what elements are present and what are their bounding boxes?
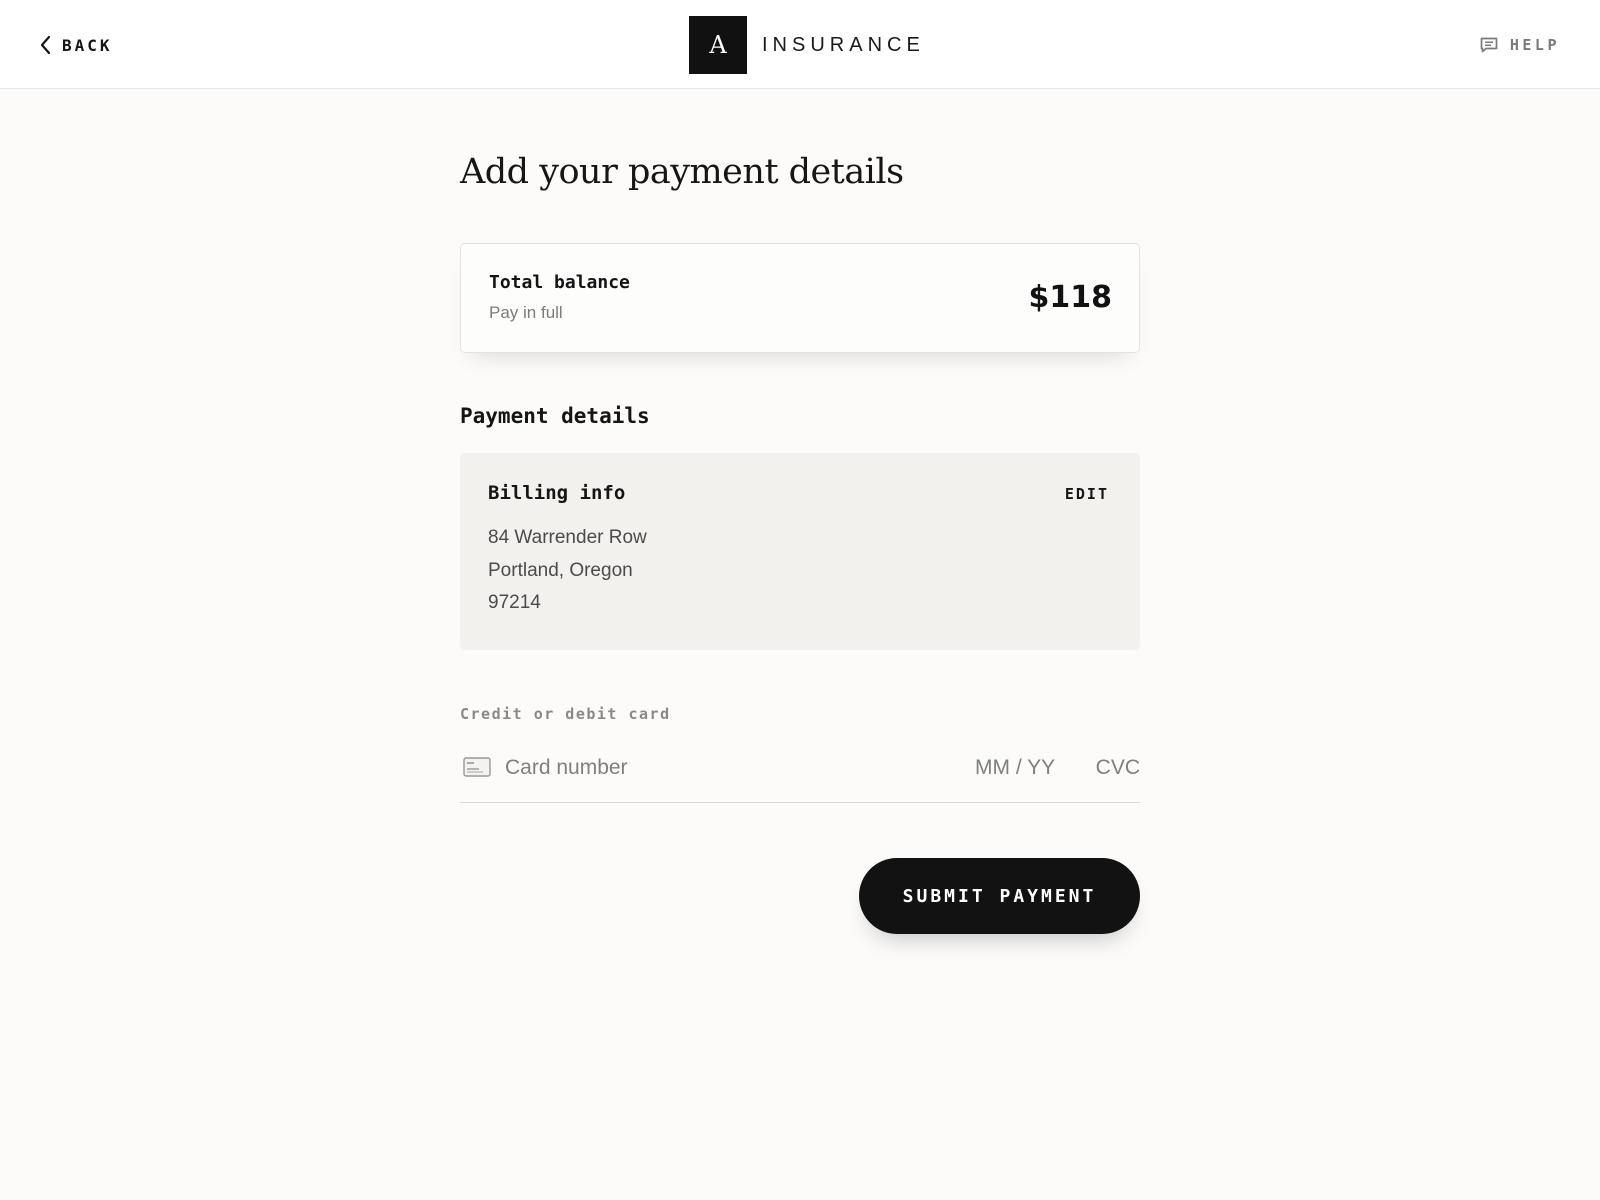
brand-mark: A — [689, 16, 747, 74]
billing-address-line2: Portland, Oregon — [488, 560, 633, 581]
balance-amount: $118 — [1028, 280, 1113, 315]
back-button[interactable]: BACK — [38, 32, 113, 58]
billing-card: Billing info EDIT 84 Warrender Row Portl… — [460, 453, 1140, 650]
submit-payment-button[interactable]: SUBMIT PAYMENT — [859, 858, 1140, 934]
card-number-input[interactable] — [505, 755, 905, 781]
brand-name: INSURANCE — [762, 33, 925, 56]
card-field-label: Credit or debit card — [460, 705, 671, 723]
billing-postal-code: 97214 — [488, 592, 541, 613]
billing-address-line1: 84 Warrender Row — [488, 527, 647, 548]
brand-logo[interactable]: A INSURANCE — [689, 16, 925, 74]
card-expiry-input[interactable] — [975, 755, 1071, 781]
page-title: Add your payment details — [460, 152, 904, 192]
balance-card: Total balance Pay in full $118 — [460, 243, 1140, 353]
billing-title: Billing info — [488, 482, 626, 504]
help-label: HELP — [1509, 36, 1560, 54]
balance-subtitle: Pay in full — [489, 303, 563, 322]
top-bar: BACK A INSURANCE HELP — [0, 0, 1600, 89]
billing-edit-button[interactable]: EDIT — [1065, 485, 1109, 503]
chevron-left-icon — [38, 34, 54, 56]
card-input-row — [460, 747, 1140, 803]
credit-card-icon — [463, 757, 491, 777]
back-label: BACK — [62, 35, 113, 55]
card-cvc-input[interactable] — [1090, 755, 1140, 781]
chat-bubble-icon — [1479, 35, 1499, 55]
balance-title: Total balance — [489, 272, 630, 293]
help-button[interactable]: HELP — [1479, 33, 1560, 57]
payment-section-title: Payment details — [460, 404, 650, 428]
